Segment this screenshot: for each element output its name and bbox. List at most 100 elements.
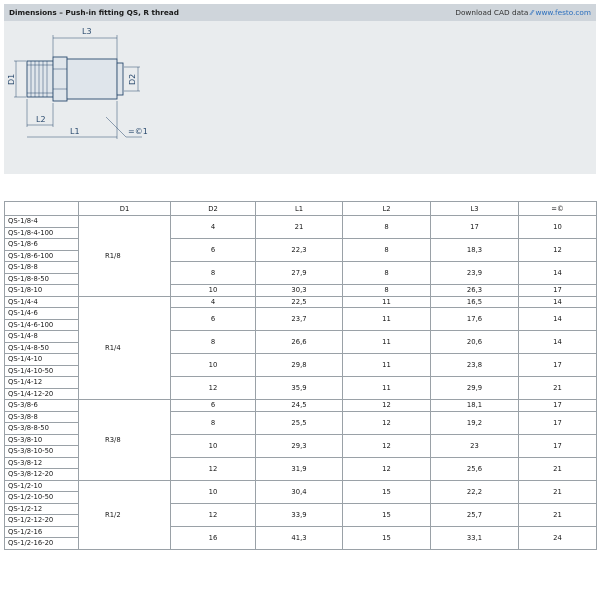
cell-l1: 29,3 xyxy=(255,433,343,458)
cell-d2: 8 xyxy=(170,261,256,285)
cell-d1: R3/8 xyxy=(78,399,171,481)
cell-type: QS-1/4-10 xyxy=(4,353,79,366)
label-l2: L2 xyxy=(36,115,46,124)
cell-l1: 22,5 xyxy=(255,295,343,308)
cell-wrench: 14 xyxy=(518,261,597,285)
cell-d2: 10 xyxy=(170,353,256,377)
cell-wrench: 21 xyxy=(518,456,597,481)
cell-l1: 25,5 xyxy=(255,410,343,435)
cell-l1: 27,9 xyxy=(255,261,343,285)
cell-type: QS-3/8-8 xyxy=(4,410,79,423)
cell-wrench: 17 xyxy=(518,433,597,458)
cell-l1: 22,3 xyxy=(255,238,343,262)
cell-l1: 23,7 xyxy=(255,307,343,331)
cell-l1: 33,9 xyxy=(255,502,343,527)
cell-wrench: 14 xyxy=(518,330,597,354)
cell-wrench: 10 xyxy=(518,215,597,239)
col-header-l2: L2 xyxy=(342,201,431,216)
cell-l1: 30,4 xyxy=(255,479,343,504)
cell-type: QS-3/8-12 xyxy=(4,456,79,469)
cell-d2: 6 xyxy=(170,307,256,331)
cell-type: QS-1/4-6-100 xyxy=(4,318,79,331)
cell-l2: 12 xyxy=(342,399,431,412)
cell-type: QS-1/4-4 xyxy=(4,295,79,308)
cell-d2: 4 xyxy=(170,215,256,239)
cell-l2: 12 xyxy=(342,456,431,481)
cell-l3: 18,1 xyxy=(430,399,519,412)
cell-l2: 12 xyxy=(342,433,431,458)
cell-type: QS-1/8-8-50 xyxy=(4,272,79,285)
cell-l3: 23,8 xyxy=(430,353,519,377)
cell-type: QS-3/8-6 xyxy=(4,399,79,412)
cell-l3: 16,5 xyxy=(430,295,519,308)
cell-l1: 41,3 xyxy=(255,525,343,550)
cell-l2: 8 xyxy=(342,284,431,297)
table-row: QS-3/8-6 R3/8 6 24,5 12 18,1 17 xyxy=(4,399,597,481)
cell-type: QS-1/2-12 xyxy=(4,502,79,515)
table-body: QS-1/8-4 R1/8 4 21 8 17 10 QS-1/8-4-100 QS-1/8-6… xyxy=(4,215,597,550)
cell-wrench: 17 xyxy=(518,410,597,435)
col-header-l1: L1 xyxy=(255,201,343,216)
cell-type: QS-3/8-10 xyxy=(4,433,79,446)
cell-type: QS-1/4-10-50 xyxy=(4,364,79,377)
cell-l3: 26,3 xyxy=(430,284,519,297)
cell-l1: 21 xyxy=(255,215,343,239)
cell-type: QS-1/4-8-50 xyxy=(4,341,79,354)
cell-d2: 12 xyxy=(170,456,256,481)
cell-wrench: 17 xyxy=(518,399,597,412)
cell-wrench: 14 xyxy=(518,295,597,308)
cell-l2: 11 xyxy=(342,353,431,377)
cell-l2: 15 xyxy=(342,502,431,527)
col-header-d1: D1 xyxy=(78,201,171,216)
cad-download[interactable]: Download CAD data ⁄⁄ www.festo.com xyxy=(455,4,591,21)
table-row: QS-1/2-10 R1/2 10 30,4 15 22,2 21 xyxy=(4,479,597,550)
cell-type: QS-1/4-6 xyxy=(4,307,79,320)
cell-wrench: 21 xyxy=(518,479,597,504)
cell-type: QS-1/8-6 xyxy=(4,238,79,251)
cell-type: QS-1/2-10-50 xyxy=(4,491,79,504)
col-header-l3: L3 xyxy=(430,201,519,216)
cell-d2: 16 xyxy=(170,525,256,550)
section-title: Dimensions – Push-in fitting QS, R threa… xyxy=(9,8,179,17)
cell-l2: 11 xyxy=(342,376,431,400)
cell-l1: 31,9 xyxy=(255,456,343,481)
cell-l3: 19,2 xyxy=(430,410,519,435)
cell-l3: 25,6 xyxy=(430,456,519,481)
cell-l3: 25,7 xyxy=(430,502,519,527)
fitting-drawing-svg: L3 D1 D2 L2 L1 =©1 xyxy=(7,27,148,139)
cell-d1: R1/8 xyxy=(78,215,171,297)
cell-type: QS-1/8-4 xyxy=(4,215,79,228)
cell-d2: 12 xyxy=(170,376,256,400)
cell-d2: 4 xyxy=(170,295,256,308)
cell-type: QS-1/2-16-20 xyxy=(4,537,79,550)
fitting-body xyxy=(66,58,118,100)
cell-l2: 8 xyxy=(342,261,431,285)
cell-l2: 11 xyxy=(342,307,431,331)
cell-d2: 10 xyxy=(170,433,256,458)
cell-d1: R1/2 xyxy=(78,479,171,550)
cad-download-label: Download CAD data xyxy=(455,8,529,17)
hex-part xyxy=(52,56,68,102)
cell-l1: 29,8 xyxy=(255,353,343,377)
col-header-d2: D2 xyxy=(170,201,256,216)
festo-link[interactable]: www.festo.com xyxy=(535,8,591,17)
table-row: QS-1/8-4 R1/8 4 21 8 17 10 xyxy=(4,215,597,297)
cell-type: QS-1/4-8 xyxy=(4,330,79,343)
cell-wrench: 17 xyxy=(518,284,597,297)
cell-wrench: 21 xyxy=(518,376,597,400)
cell-l3: 23 xyxy=(430,433,519,458)
cell-l1: 26,6 xyxy=(255,330,343,354)
cell-l3: 17,6 xyxy=(430,307,519,331)
cell-type: QS-3/8-10-50 xyxy=(4,445,79,458)
cell-l1: 35,9 xyxy=(255,376,343,400)
col-header-wrench: =© xyxy=(518,201,597,216)
cell-d2: 6 xyxy=(170,399,256,412)
label-d2: D2 xyxy=(128,74,137,85)
cell-l2: 12 xyxy=(342,410,431,435)
cell-l3: 20,6 xyxy=(430,330,519,354)
cell-d2: 10 xyxy=(170,479,256,504)
cell-l2: 15 xyxy=(342,479,431,504)
cell-d2: 12 xyxy=(170,502,256,527)
cell-d2: 8 xyxy=(170,330,256,354)
cell-d2: 6 xyxy=(170,238,256,262)
